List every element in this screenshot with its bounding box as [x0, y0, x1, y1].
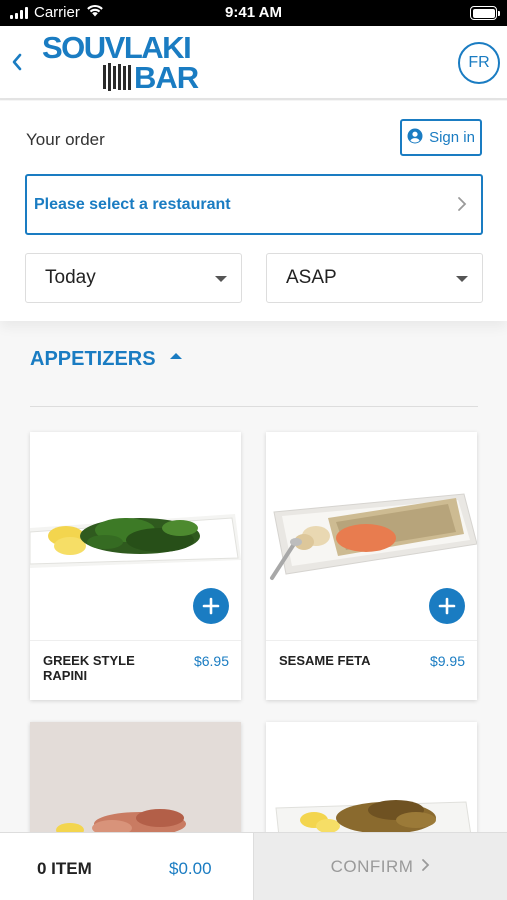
sign-in-label: Sign in: [429, 129, 475, 146]
day-dropdown[interactable]: Today: [25, 253, 242, 303]
add-to-cart-button[interactable]: [429, 588, 465, 624]
product-name: GREEK STYLE RAPINI: [43, 653, 135, 683]
user-circle-icon: [407, 128, 423, 148]
restaurant-selector[interactable]: Please select a restaurant: [25, 174, 483, 235]
cart-item-count: 0 ITEM: [37, 859, 92, 878]
logo-top-text: SOUVLAKI: [42, 30, 192, 65]
battery-icon: [470, 6, 500, 20]
product-card[interactable]: GREEK STYLE RAPINI $6.95: [30, 432, 241, 700]
day-value: Today: [45, 267, 96, 288]
brand-logo: SOUVLAKI BAR: [40, 30, 205, 96]
category-toggle[interactable]: APPETIZERS: [30, 348, 182, 371]
caret-down-icon: [215, 276, 227, 282]
product-price: $9.95: [429, 653, 465, 669]
status-time: 9:41 AM: [225, 4, 282, 21]
status-bar: Carrier 9:41 AM: [0, 0, 507, 26]
order-title: Your order: [26, 130, 105, 149]
logo-bottom-text: BAR: [134, 60, 199, 95]
chevron-right-icon: [457, 192, 467, 218]
time-dropdown[interactable]: ASAP: [266, 253, 483, 303]
category-title: APPETIZERS: [30, 348, 156, 370]
sign-in-button[interactable]: Sign in: [400, 119, 482, 156]
cart-summary[interactable]: 0 ITEM $0.00: [0, 833, 253, 900]
add-to-cart-button[interactable]: [193, 588, 229, 624]
cart-total: $0.00: [169, 859, 212, 878]
language-toggle-button[interactable]: FR: [458, 42, 500, 84]
caret-down-icon: [456, 276, 468, 282]
cart-bar: 0 ITEM $0.00 CONFIRM: [0, 832, 507, 900]
chevron-right-icon: [421, 857, 430, 877]
plus-icon: [438, 597, 456, 615]
time-value: ASAP: [286, 267, 337, 288]
plus-icon: [202, 597, 220, 615]
confirm-label: CONFIRM: [330, 856, 414, 876]
card-divider: [266, 640, 477, 641]
order-panel: Your order Sign in Please select a resta…: [0, 101, 507, 321]
back-chevron-icon[interactable]: [6, 48, 28, 76]
divider: [30, 406, 478, 407]
app-header: SOUVLAKI BAR FR: [0, 26, 507, 100]
product-price: $6.95: [193, 653, 229, 669]
product-name: SESAME FETA: [279, 653, 371, 668]
caret-up-icon: [169, 352, 182, 359]
confirm-button[interactable]: CONFIRM: [253, 833, 507, 900]
card-divider: [30, 640, 241, 641]
product-card[interactable]: SESAME FETA $9.95: [266, 432, 477, 700]
logo-grill-icon: [103, 63, 131, 91]
restaurant-placeholder: Please select a restaurant: [34, 195, 231, 213]
